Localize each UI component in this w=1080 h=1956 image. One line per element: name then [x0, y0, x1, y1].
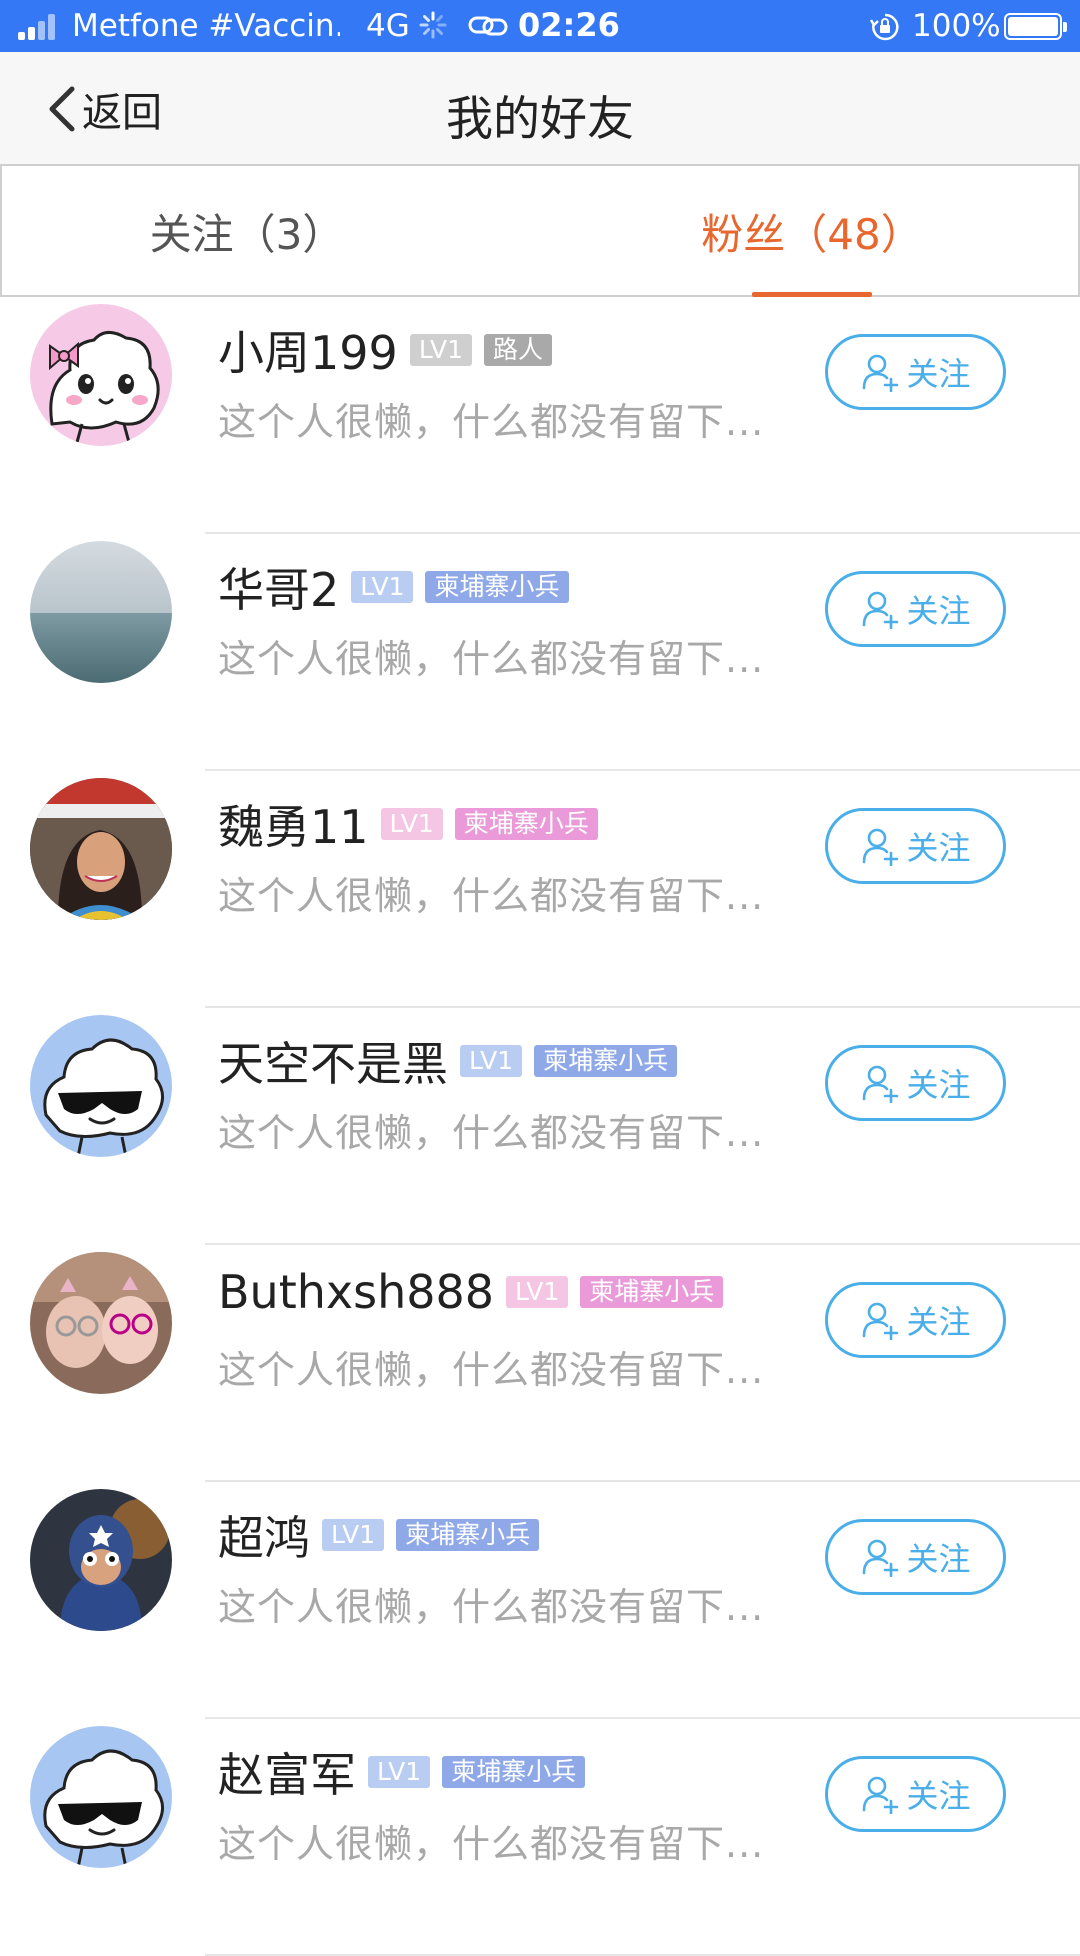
follow-label: 关注 — [906, 592, 971, 630]
level-badge: LV1 — [380, 808, 443, 840]
avatar[interactable] — [30, 778, 172, 920]
clock: 02:26 — [518, 6, 620, 44]
fan-name: 魏勇11 — [218, 800, 369, 854]
fan-list-item[interactable]: 赵富军 LV1 柬埔寨小兵 这个人很懒，什么都没有留下... 关注 — [0, 1719, 1080, 1956]
level-badge: LV1 — [351, 571, 414, 603]
status-bar: Metfone #Vaccin... 4G 02:26 100% — [0, 0, 1080, 52]
fan-list-item[interactable]: 华哥2 LV1 柬埔寨小兵 这个人很懒，什么都没有留下... 关注 — [0, 534, 1080, 771]
fan-name: 赵富军 — [218, 1748, 356, 1802]
rank-badge: 路人 — [484, 334, 553, 366]
avatar[interactable] — [30, 541, 172, 683]
tab-following[interactable]: 关注（3） — [2, 166, 542, 297]
add-user-icon — [863, 1776, 899, 1814]
follow-label: 关注 — [906, 1303, 971, 1341]
level-badge: LV1 — [409, 334, 473, 366]
add-user-icon — [863, 1302, 899, 1340]
level-badge: LV1 — [506, 1276, 569, 1308]
fan-name: Buthxsh888 — [218, 1265, 495, 1319]
page-title: 我的好友 — [446, 92, 634, 147]
follow-button[interactable]: 关注 — [825, 1045, 1006, 1121]
fan-list-item[interactable]: Buthxsh888 LV1 柬埔寨小兵 这个人很懒，什么都没有留下... 关注 — [0, 1245, 1080, 1482]
avatar[interactable] — [30, 1252, 172, 1394]
fan-bio: 这个人很懒，什么都没有留下... — [218, 637, 765, 681]
follow-label: 关注 — [906, 829, 971, 867]
fan-bio: 这个人很懒，什么都没有留下... — [218, 1822, 765, 1866]
rank-badge: 柬埔寨小兵 — [454, 808, 598, 840]
follow-button[interactable]: 关注 — [825, 1282, 1006, 1358]
rank-badge: 柬埔寨小兵 — [425, 571, 569, 603]
name-line: Buthxsh888 LV1 柬埔寨小兵 — [218, 1265, 724, 1319]
follow-label: 关注 — [906, 355, 971, 393]
fan-list-item[interactable]: 超鸿 LV1 柬埔寨小兵 这个人很懒，什么都没有留下... 关注 — [0, 1482, 1080, 1719]
add-user-icon — [863, 591, 899, 629]
name-line: 华哥2 LV1 柬埔寨小兵 — [218, 554, 569, 620]
battery-icon — [1004, 13, 1067, 40]
network-type: 4G — [366, 8, 410, 44]
add-user-icon — [863, 828, 899, 866]
fan-name: 超鸿 — [218, 1511, 310, 1565]
avatar[interactable] — [30, 1489, 172, 1631]
avatar[interactable] — [30, 1726, 172, 1868]
rank-badge: 柬埔寨小兵 — [580, 1276, 724, 1308]
add-user-icon — [863, 1539, 899, 1577]
follow-label: 关注 — [906, 1540, 971, 1578]
fan-bio: 这个人很懒，什么都没有留下... — [218, 1585, 765, 1629]
fan-name: 小周199 — [218, 326, 398, 380]
follow-label: 关注 — [906, 1777, 971, 1815]
name-line: 魏勇11 LV1 柬埔寨小兵 — [218, 791, 598, 857]
fan-name: 华哥2 — [218, 563, 340, 617]
add-user-icon — [863, 354, 899, 392]
tab-bar: 关注（3） 粉丝（48） — [0, 166, 1080, 297]
fan-list-item[interactable]: 小周199 LV1 路人 这个人很懒，什么都没有留下... 关注 — [0, 297, 1080, 534]
rank-badge: 柬埔寨小兵 — [396, 1519, 540, 1551]
fan-list-item[interactable]: 天空不是黑 LV1 柬埔寨小兵 这个人很懒，什么都没有留下... 关注 — [0, 1008, 1080, 1245]
rank-badge: 柬埔寨小兵 — [534, 1045, 678, 1077]
name-line: 超鸿 LV1 柬埔寨小兵 — [218, 1502, 540, 1568]
fan-bio: 这个人很懒，什么都没有留下... — [218, 874, 765, 918]
follow-button[interactable]: 关注 — [825, 808, 1006, 884]
tab-fans[interactable]: 粉丝（48） — [542, 166, 1080, 297]
avatar[interactable] — [30, 304, 172, 446]
level-badge: LV1 — [460, 1045, 523, 1077]
follow-button[interactable]: 关注 — [825, 334, 1006, 410]
avatar[interactable] — [30, 1015, 172, 1157]
fan-bio: 这个人很懒，什么都没有留下... — [218, 400, 765, 444]
fan-bio: 这个人很懒，什么都没有留下... — [218, 1111, 765, 1155]
loading-spinner-icon — [419, 11, 447, 39]
follow-button[interactable]: 关注 — [825, 571, 1006, 647]
name-line: 天空不是黑 LV1 柬埔寨小兵 — [218, 1028, 678, 1094]
add-user-icon — [863, 1065, 899, 1103]
follow-button[interactable]: 关注 — [825, 1519, 1006, 1595]
fan-bio: 这个人很懒，什么都没有留下... — [218, 1348, 765, 1392]
hotspot-link-icon — [468, 16, 508, 36]
follow-label: 关注 — [906, 1066, 971, 1104]
carrier-name: Metfone #Vaccin... — [72, 8, 340, 44]
name-line: 赵富军 LV1 柬埔寨小兵 — [218, 1739, 586, 1805]
level-badge: LV1 — [322, 1519, 385, 1551]
fans-list: 小周199 LV1 路人 这个人很懒，什么都没有留下... 关注 华哥2 LV1… — [0, 297, 1080, 1956]
signal-icon — [18, 14, 62, 40]
fan-list-item[interactable]: 魏勇11 LV1 柬埔寨小兵 这个人很懒，什么都没有留下... 关注 — [0, 771, 1080, 1008]
level-badge: LV1 — [368, 1756, 431, 1788]
name-line: 小周199 LV1 路人 — [218, 317, 553, 383]
battery-percent: 100% — [912, 8, 1001, 44]
nav-bar: 返回 我的好友 — [0, 52, 1080, 166]
rank-badge: 柬埔寨小兵 — [442, 1756, 586, 1788]
follow-button[interactable]: 关注 — [825, 1756, 1006, 1832]
fan-name: 天空不是黑 — [218, 1037, 448, 1091]
rotation-lock-icon — [870, 13, 899, 41]
